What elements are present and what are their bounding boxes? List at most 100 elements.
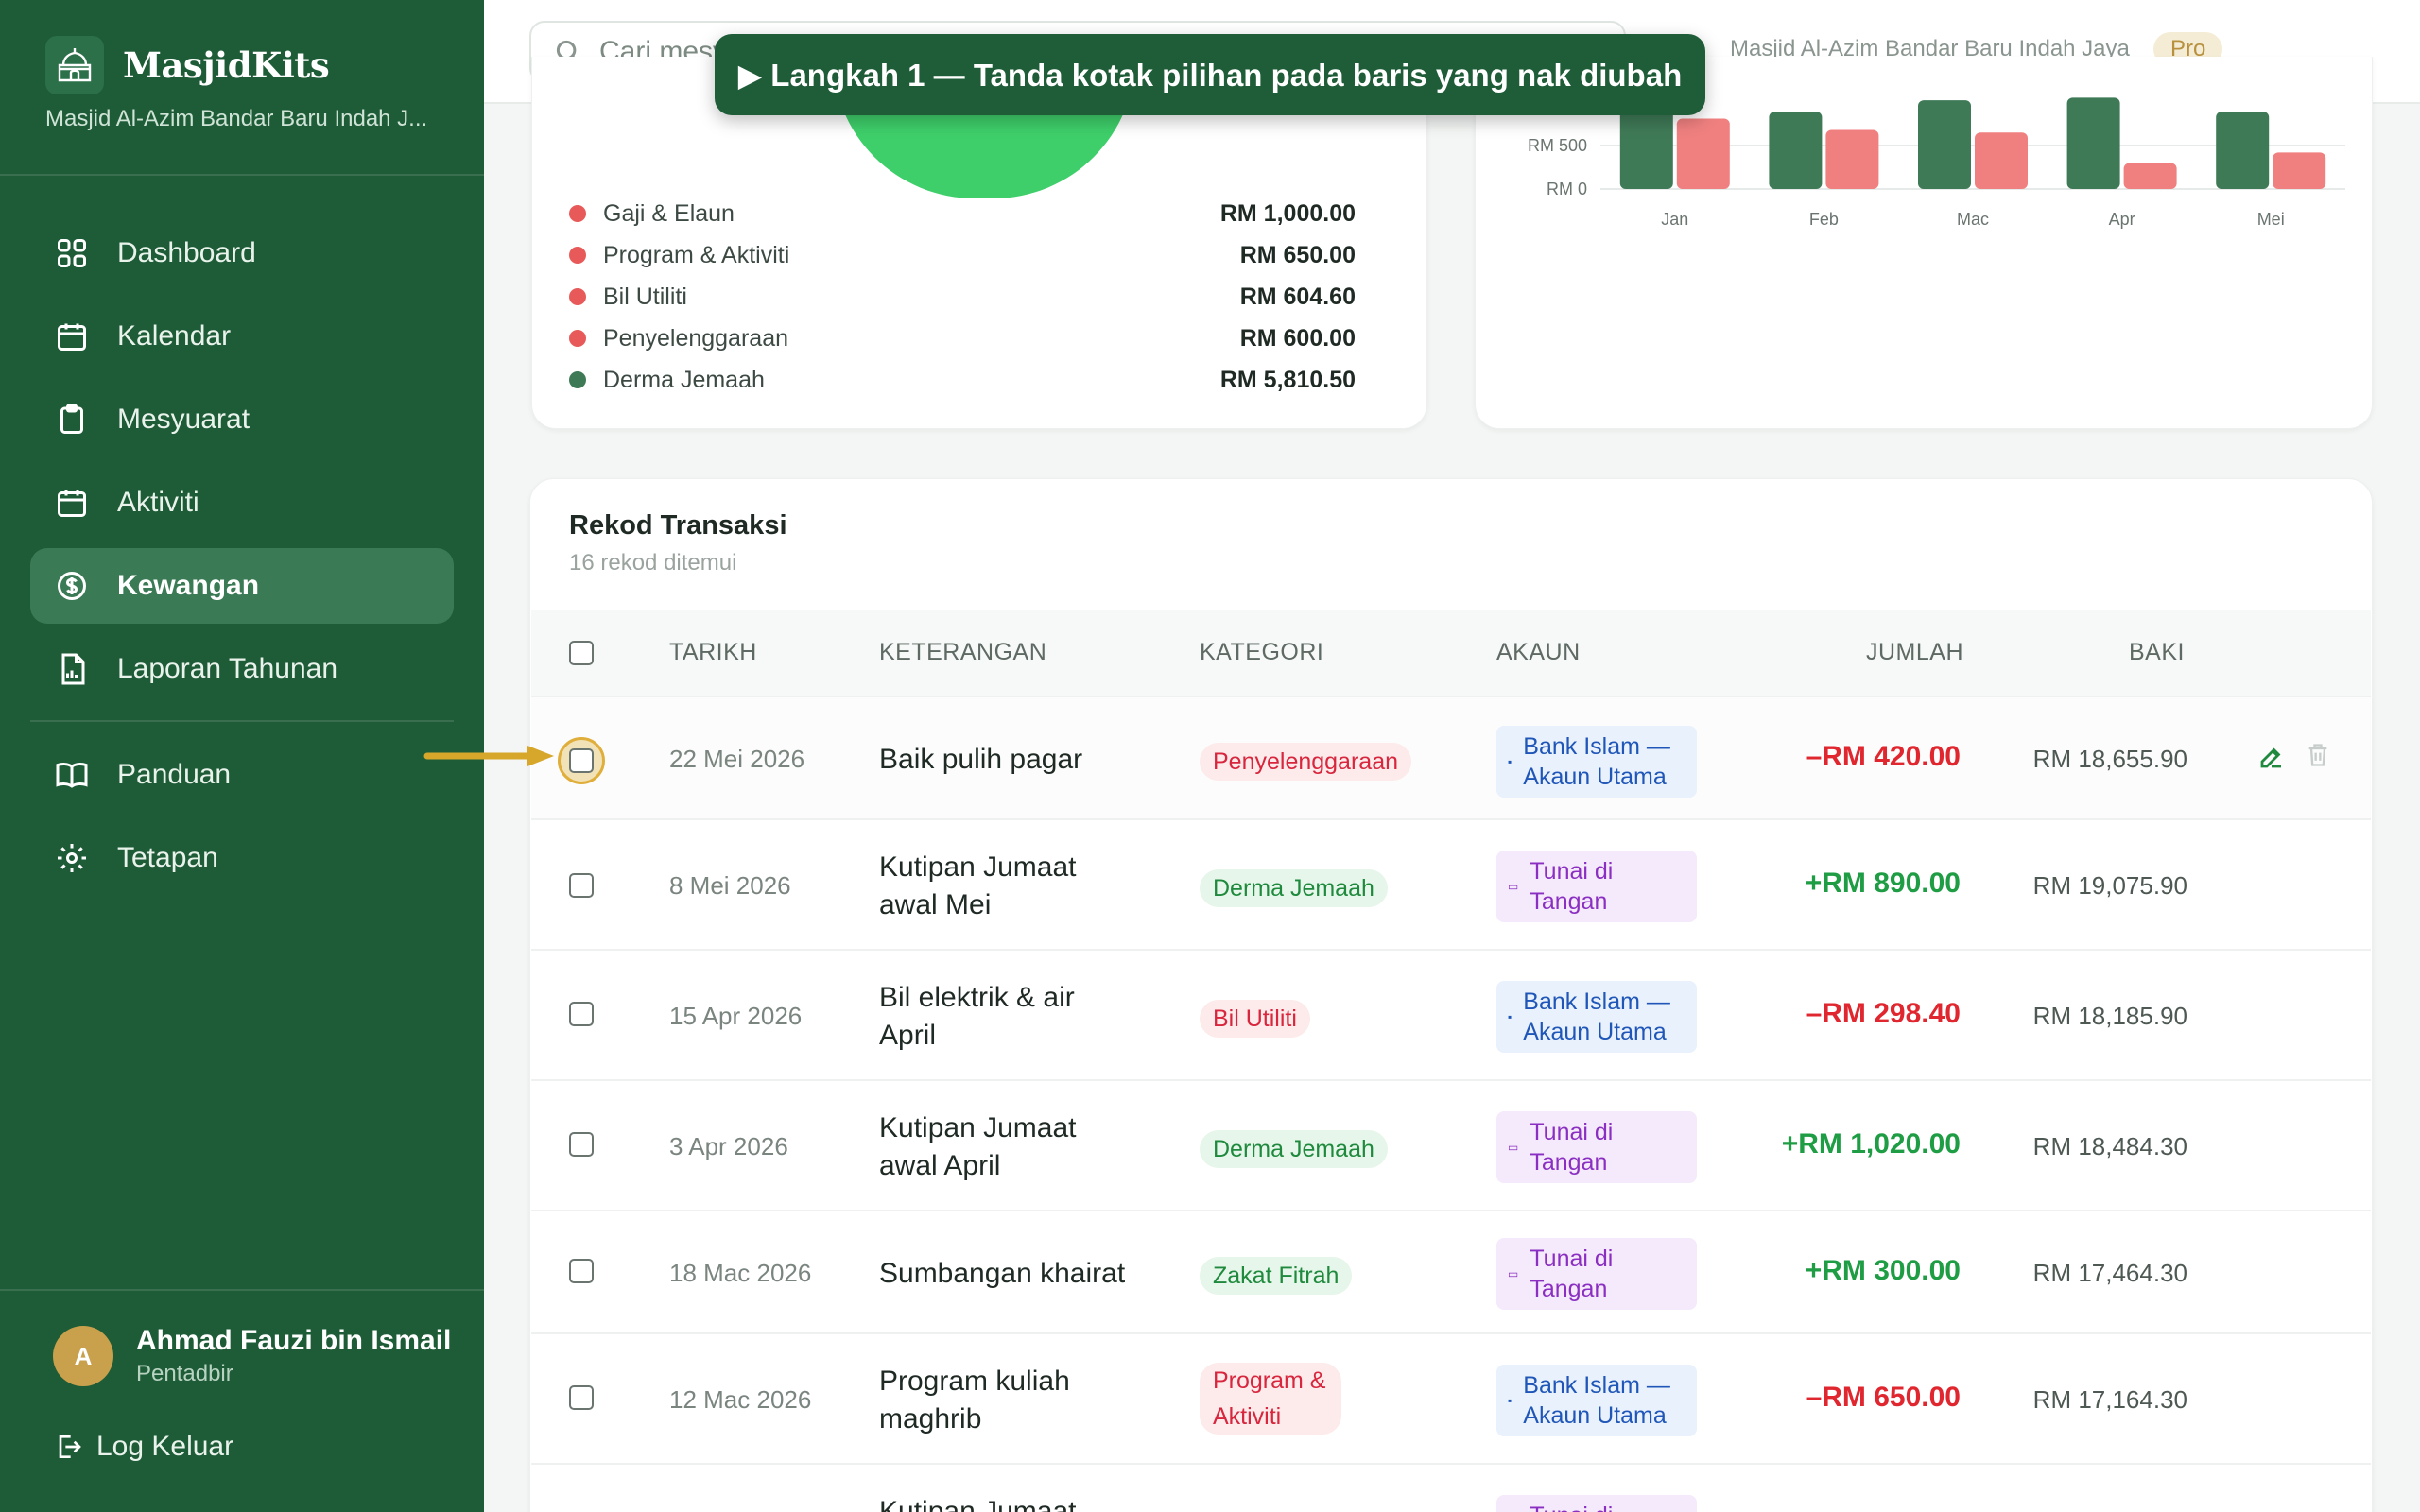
select-all-checkbox[interactable] xyxy=(569,641,594,665)
sidebar-item-label: Mesyuarat xyxy=(117,404,251,435)
table-row[interactable]: Kutipan Jumaat ▭ Tunai di xyxy=(531,1463,2371,1512)
calendar-icon xyxy=(58,490,86,517)
bank-icon: ▪ xyxy=(1508,755,1512,768)
brand[interactable]: MasjidKits xyxy=(45,36,330,94)
row-amount: –RM 650.00 xyxy=(1806,1382,1961,1413)
chart-bar[interactable] xyxy=(2066,97,2120,189)
sidebar-item-kalendar[interactable]: Kalendar xyxy=(30,299,454,374)
category-badge: Bil Utiliti xyxy=(1200,1000,1310,1038)
sidebar-item-panduan[interactable]: Panduan xyxy=(30,737,454,813)
wallet-icon: ▭ xyxy=(1508,1501,1518,1512)
chart-bar[interactable] xyxy=(1825,129,1879,189)
row-balance: RM 18,185.90 xyxy=(2032,1002,2187,1030)
wallet-icon: ▭ xyxy=(1508,1141,1519,1154)
edit-icon[interactable] xyxy=(2257,743,2286,776)
transactions-count: 16 rekod ditemui xyxy=(569,550,737,576)
sidebar-item-kewangan[interactable]: Kewangan xyxy=(30,548,454,624)
sidebar-item-mesyuarat[interactable]: Mesyuarat xyxy=(30,382,454,457)
row-date: 12 Mac 2026 xyxy=(669,1385,812,1414)
row-amount: +RM 300.00 xyxy=(1805,1255,1961,1286)
logout-button[interactable]: Log Keluar xyxy=(53,1431,233,1463)
category-badge: Zakat Fitrah xyxy=(1200,1257,1353,1295)
legend-item: Gaji & Elaun RM 1,000.00 xyxy=(531,193,1392,234)
y-tick-label: RM 500 xyxy=(1528,136,1587,155)
row-balance: RM 17,464.30 xyxy=(2032,1259,2187,1287)
x-tick-label: Jan xyxy=(1661,210,1688,229)
row-checkbox[interactable] xyxy=(569,873,594,898)
legend-label: Program & Aktiviti xyxy=(603,241,790,268)
table-row[interactable]: 15 Apr 2026 Bil elektrik & air April Bil… xyxy=(531,949,2371,1079)
legend-dot xyxy=(569,247,586,264)
column-header-date[interactable]: TARIKH xyxy=(669,639,757,666)
legend-dot xyxy=(569,288,586,305)
x-tick-label: Apr xyxy=(2109,210,2135,229)
row-checkbox[interactable] xyxy=(569,748,594,773)
mosque-logo-icon xyxy=(45,36,104,94)
sidebar-item-dashboard[interactable]: Dashboard xyxy=(30,215,454,291)
user-role: Pentadbir xyxy=(136,1361,233,1386)
account-label: Bank Islam — Akaun Utama xyxy=(1523,988,1670,1045)
legend-value: RM 600.00 xyxy=(1239,324,1356,352)
legend-label: Bil Utiliti xyxy=(603,283,687,310)
sidebar-divider xyxy=(0,174,484,176)
book-icon xyxy=(56,763,88,788)
sidebar-item-laporan-tahunan[interactable]: Laporan Tahunan xyxy=(30,631,454,707)
secondary-nav: Panduan Tetapan xyxy=(30,737,454,896)
sidebar-divider xyxy=(30,720,454,722)
delete-icon[interactable] xyxy=(2305,741,2331,774)
row-balance: RM 17,164.30 xyxy=(2032,1385,2187,1414)
row-description: Baik pulih pagar xyxy=(879,744,1083,775)
table-row[interactable]: 12 Mac 2026 Program kuliah maghrib Progr… xyxy=(531,1332,2371,1463)
column-header-balance[interactable]: BAKI xyxy=(2129,639,2185,666)
row-checkbox[interactable] xyxy=(569,1385,594,1410)
pie-legend: Gaji & Elaun RM 1,000.00 Program & Aktiv… xyxy=(531,193,1392,401)
chart-bar[interactable] xyxy=(1918,100,1971,189)
row-description: Program kuliah maghrib xyxy=(879,1366,1070,1435)
row-date: 18 Mac 2026 xyxy=(669,1259,812,1287)
chart-bar[interactable] xyxy=(1975,132,2028,189)
row-checkbox[interactable] xyxy=(569,1132,594,1157)
user-profile[interactable]: A Ahmad Fauzi bin Ismail Pentadbir xyxy=(53,1325,451,1387)
wallet-icon: ▭ xyxy=(1508,880,1519,893)
account-label: Tunai di xyxy=(1530,1501,1613,1512)
row-description: Kutipan Jumaat awal Mei xyxy=(879,851,1077,920)
report-icon xyxy=(61,653,85,685)
chart-bar[interactable] xyxy=(2216,112,2270,189)
sidebar: MasjidKits Masjid Al-Azim Bandar Baru In… xyxy=(0,0,484,1512)
table-row[interactable]: 22 Mei 2026 Baik pulih pagar Penyelengga… xyxy=(531,696,2371,818)
row-balance: RM 19,075.90 xyxy=(2032,871,2187,900)
sidebar-item-aktiviti[interactable]: Aktiviti xyxy=(30,465,454,541)
chart-bar[interactable] xyxy=(1676,118,1730,189)
column-header-description[interactable]: KETERANGAN xyxy=(879,639,1046,666)
legend-value: RM 1,000.00 xyxy=(1219,199,1356,227)
account-label: Bank Islam — Akaun Utama xyxy=(1523,1372,1670,1429)
category-badge: Derma Jemaah xyxy=(1200,869,1388,907)
x-tick-label: Mei xyxy=(2257,210,2285,229)
table-row[interactable]: 18 Mac 2026 Sumbangan khairat Zakat Fitr… xyxy=(531,1210,2371,1332)
row-description: Sumbangan khairat xyxy=(879,1258,1126,1289)
bank-icon: ▪ xyxy=(1508,1010,1512,1023)
row-checkbox[interactable] xyxy=(569,1002,594,1026)
row-amount: +RM 1,020.00 xyxy=(1781,1128,1961,1160)
sidebar-divider xyxy=(0,1289,484,1291)
chart-bar[interactable] xyxy=(1769,112,1823,189)
category-badge: Penyelenggaraan xyxy=(1200,743,1411,781)
column-header-amount[interactable]: JUMLAH xyxy=(1866,639,1963,666)
sidebar-item-label: Aktiviti xyxy=(117,487,199,518)
column-header-account[interactable]: AKAUN xyxy=(1496,639,1581,666)
chart-bar[interactable] xyxy=(2123,163,2177,189)
sidebar-item-tetapan[interactable]: Tetapan xyxy=(30,820,454,896)
gear-icon xyxy=(58,844,86,872)
table-row[interactable]: 3 Apr 2026 Kutipan Jumaat awal April Der… xyxy=(531,1079,2371,1210)
account-badge: ▪ Bank Islam — Akaun Utama xyxy=(1496,726,1697,798)
chart-bar[interactable] xyxy=(2273,152,2326,189)
row-description: Bil elektrik & air April xyxy=(879,982,1075,1051)
row-checkbox[interactable] xyxy=(569,1259,594,1283)
row-amount: –RM 420.00 xyxy=(1806,741,1961,772)
category-badge: Derma Jemaah xyxy=(1200,1130,1388,1168)
sidebar-item-label: Tetapan xyxy=(117,842,218,873)
legend-dot xyxy=(569,205,586,222)
main-nav: Dashboard Kalendar Mesyuarat Aktiviti Ke… xyxy=(30,215,454,707)
table-row[interactable]: 8 Mei 2026 Kutipan Jumaat awal Mei Derma… xyxy=(531,818,2371,949)
column-header-category[interactable]: KATEGORI xyxy=(1200,639,1323,666)
